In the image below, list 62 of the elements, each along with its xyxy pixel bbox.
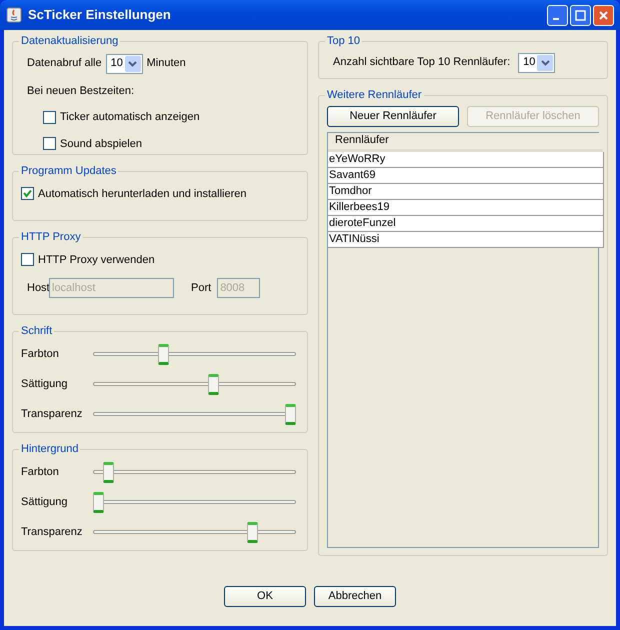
group-title: HTTP Proxy xyxy=(20,230,82,245)
checkbox[interactable] xyxy=(21,187,34,200)
chevron-down-icon xyxy=(128,60,138,66)
chevron-down-icon xyxy=(540,60,550,66)
group-title: Datenaktualisierung xyxy=(20,34,120,49)
window-title: ScTicker Einstellungen xyxy=(28,6,172,24)
slider-thumb[interactable] xyxy=(102,462,114,483)
host-label: Host xyxy=(27,280,49,296)
table-cell: eYeWoRRy xyxy=(328,152,604,168)
checkmark-icon xyxy=(23,189,32,198)
section-label: Bei neuen Bestzeiten: xyxy=(26,84,136,98)
checkbox-label: Sound abspielen xyxy=(60,136,142,152)
slider-thumb[interactable] xyxy=(208,374,220,395)
cancel-button[interactable]: Abbrechen xyxy=(314,586,396,607)
group-title: Weitere Rennläufer xyxy=(326,88,423,103)
checkbox[interactable] xyxy=(43,110,56,124)
unit-label: Minuten xyxy=(146,56,186,72)
slider-label: Sättigung xyxy=(21,495,68,510)
table-cell: VATINüssi xyxy=(328,232,604,248)
maximize-icon xyxy=(575,10,586,20)
slider-label: Transparenz xyxy=(21,407,84,422)
slider[interactable] xyxy=(93,462,296,483)
count-label: Anzahl sichtbare Top 10 Rennläufer: xyxy=(333,55,510,70)
app-icon xyxy=(6,7,22,23)
close-button[interactable] xyxy=(593,4,614,26)
table-cell: dieroteFunzel xyxy=(328,216,604,232)
port-label: Port xyxy=(191,280,212,296)
table-cell: Killerbees19 xyxy=(328,200,604,216)
interval-label: Datenabruf alle xyxy=(27,56,102,72)
number-dropdown[interactable]: 10 xyxy=(106,54,143,74)
checkbox-label: Automatisch herunterladen und installieren xyxy=(38,186,247,202)
slider-label: Sättigung xyxy=(21,377,68,392)
slider[interactable] xyxy=(93,404,296,425)
checkbox[interactable] xyxy=(21,253,34,266)
slider-label: Farbton xyxy=(21,465,60,480)
slider-thumb[interactable] xyxy=(246,522,258,543)
group-title: Top 10 xyxy=(326,34,362,49)
slider-thumb[interactable] xyxy=(93,492,104,513)
slider-thumb[interactable] xyxy=(158,344,170,365)
group-title: Schrift xyxy=(20,324,54,339)
table-cell: Tomdhor xyxy=(328,184,604,200)
maximize-button[interactable] xyxy=(570,4,591,26)
slider[interactable] xyxy=(93,522,296,543)
minimize-button[interactable] xyxy=(547,4,568,26)
table-cell: Savant69 xyxy=(328,168,604,184)
column-header[interactable]: Rennläufer xyxy=(328,132,603,152)
slider-thumb[interactable] xyxy=(285,404,296,425)
minimize-icon xyxy=(553,18,559,20)
slider[interactable] xyxy=(93,344,296,365)
checkbox-label: Ticker automatisch anzeigen xyxy=(60,110,200,125)
number-dropdown[interactable]: 10 xyxy=(518,52,556,72)
close-icon xyxy=(598,10,609,20)
ok-button[interactable]: OK xyxy=(224,586,306,607)
slider-label: Farbton xyxy=(21,347,60,362)
checkbox[interactable] xyxy=(43,137,56,150)
slider[interactable] xyxy=(93,374,296,395)
slider[interactable] xyxy=(93,492,296,513)
checkbox-label: HTTP Proxy verwenden xyxy=(38,252,155,268)
group-title: Hintergrund xyxy=(20,442,80,457)
group-title: Programm Updates xyxy=(20,164,118,179)
slider-label: Transparenz xyxy=(21,525,84,540)
add-racer-button[interactable]: Neuer Rennläufer xyxy=(327,106,459,126)
